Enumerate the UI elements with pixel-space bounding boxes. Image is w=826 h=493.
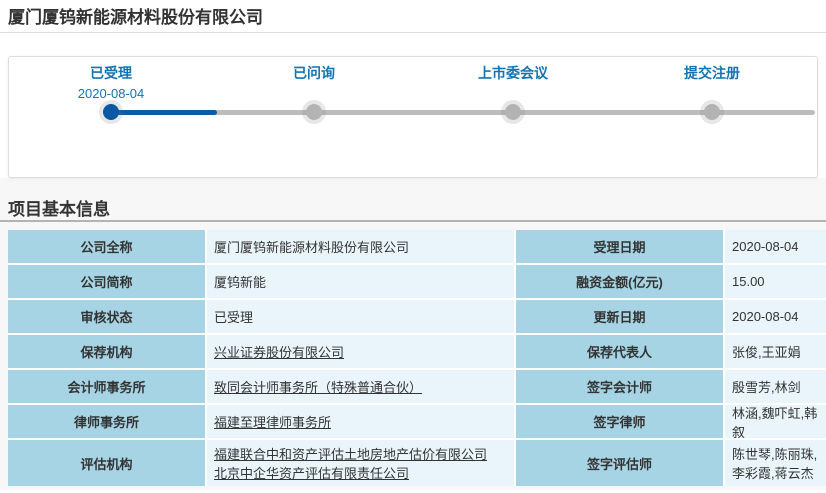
stage-date: 2020-08-04 xyxy=(78,86,145,101)
stage-label: 已问询 xyxy=(293,63,335,83)
value-text: 张俊,王亚娟 xyxy=(732,342,801,361)
label-cell: 更新日期 xyxy=(516,300,723,333)
timeline-stage-1: 已受理 2020-08-04 xyxy=(78,63,145,101)
page-title: 厦门厦钨新能源材料股份有限公司 xyxy=(8,7,818,28)
value-cell: 兴业证券股份有限公司 xyxy=(207,335,514,368)
value-links: 福建联合中和资产评估土地房地产估价有限公司北京中企华资产评估有限责任公司 xyxy=(214,444,487,482)
label-cell: 签字会计师 xyxy=(516,370,723,403)
basic-info-section: 项目基本信息 公司全称厦门厦钨新能源材料股份有限公司 受理日期 2020-08-04… xyxy=(0,178,826,490)
label-cell: 会计师事务所 xyxy=(8,370,205,403)
timeline-card: 已受理 2020-08-04 已问询 上市委会议 提交注册 xyxy=(8,56,818,178)
timeline-stage-2: 已问询 xyxy=(293,63,335,83)
label-cell: 保荐代表人 xyxy=(516,335,723,368)
stage-label: 上市委会议 xyxy=(478,63,548,83)
value-text: 已受理 xyxy=(214,307,253,326)
value-text: 2020-08-04 xyxy=(732,239,799,254)
value-cell: 厦钨新能 xyxy=(207,265,514,298)
page-header: 厦门厦钨新能源材料股份有限公司 xyxy=(0,0,826,33)
value-cell: 林涵,魏吓虹,韩叙 xyxy=(725,405,826,438)
value-link[interactable]: 福建联合中和资产评估土地房地产估价有限公司 xyxy=(214,444,487,463)
label-cell: 签字律师 xyxy=(516,405,723,438)
value-cell: 15.00 xyxy=(725,265,826,298)
timeline-node-3 xyxy=(505,104,521,120)
timeline-node-4 xyxy=(704,104,720,120)
value-cell: 致同会计师事务所（特殊普通合伙） xyxy=(207,370,514,403)
value-text: 厦钨新能 xyxy=(214,272,266,291)
value-text: 陈世琴,陈丽珠,李彩霞,蒋云杰 xyxy=(732,444,822,482)
label-cell: 保荐机构 xyxy=(8,335,205,368)
value-text: 2020-08-04 xyxy=(732,309,799,324)
label-cell: 融资金额(亿元) xyxy=(516,265,723,298)
value-cell: 已受理 xyxy=(207,300,514,333)
stage-label: 已受理 xyxy=(78,63,145,83)
value-text: 林涵,魏吓虹,韩叙 xyxy=(732,403,822,441)
stage-label: 提交注册 xyxy=(684,63,740,83)
timeline-node-2 xyxy=(306,104,322,120)
label-cell: 审核状态 xyxy=(8,300,205,333)
value-cell: 陈世琴,陈丽珠,李彩霞,蒋云杰 xyxy=(725,440,826,486)
value-link[interactable]: 致同会计师事务所（特殊普通合伙） xyxy=(214,377,422,396)
value-link[interactable]: 兴业证券股份有限公司 xyxy=(214,342,344,361)
label-cell: 签字评估师 xyxy=(516,440,723,486)
value-text: 厦门厦钨新能源材料股份有限公司 xyxy=(214,237,409,256)
label-cell: 公司简称 xyxy=(8,265,205,298)
timeline-stage-3: 上市委会议 xyxy=(478,63,548,83)
value-text: 15.00 xyxy=(732,274,765,289)
label-cell: 受理日期 xyxy=(516,230,723,263)
value-cell: 张俊,王亚娟 xyxy=(725,335,826,368)
label-cell: 评估机构 xyxy=(8,440,205,486)
value-cell: 殷雪芳,林剑 xyxy=(725,370,826,403)
label-cell: 律师事务所 xyxy=(8,405,205,438)
value-cell: 2020-08-04 xyxy=(725,300,826,333)
value-cell: 2020-08-04 xyxy=(725,230,826,263)
timeline-node-1 xyxy=(103,104,119,120)
value-text: 殷雪芳,林剑 xyxy=(732,377,801,396)
value-link[interactable]: 福建至理律师事务所 xyxy=(214,412,331,431)
value-link[interactable]: 北京中企华资产评估有限责任公司 xyxy=(214,463,487,482)
value-cell: 福建联合中和资产评估土地房地产估价有限公司北京中企华资产评估有限责任公司 xyxy=(207,440,514,486)
value-cell: 福建至理律师事务所 xyxy=(207,405,514,438)
section-title: 项目基本信息 xyxy=(8,200,826,220)
timeline-stage-4: 提交注册 xyxy=(684,63,740,83)
timeline-progress-bar xyxy=(111,110,217,115)
info-table: 公司全称厦门厦钨新能源材料股份有限公司 受理日期 2020-08-04 公司简称厦钨新… xyxy=(8,230,826,486)
section-header: 项目基本信息 xyxy=(0,178,826,222)
value-cell: 厦门厦钨新能源材料股份有限公司 xyxy=(207,230,514,263)
label-cell: 公司全称 xyxy=(8,230,205,263)
